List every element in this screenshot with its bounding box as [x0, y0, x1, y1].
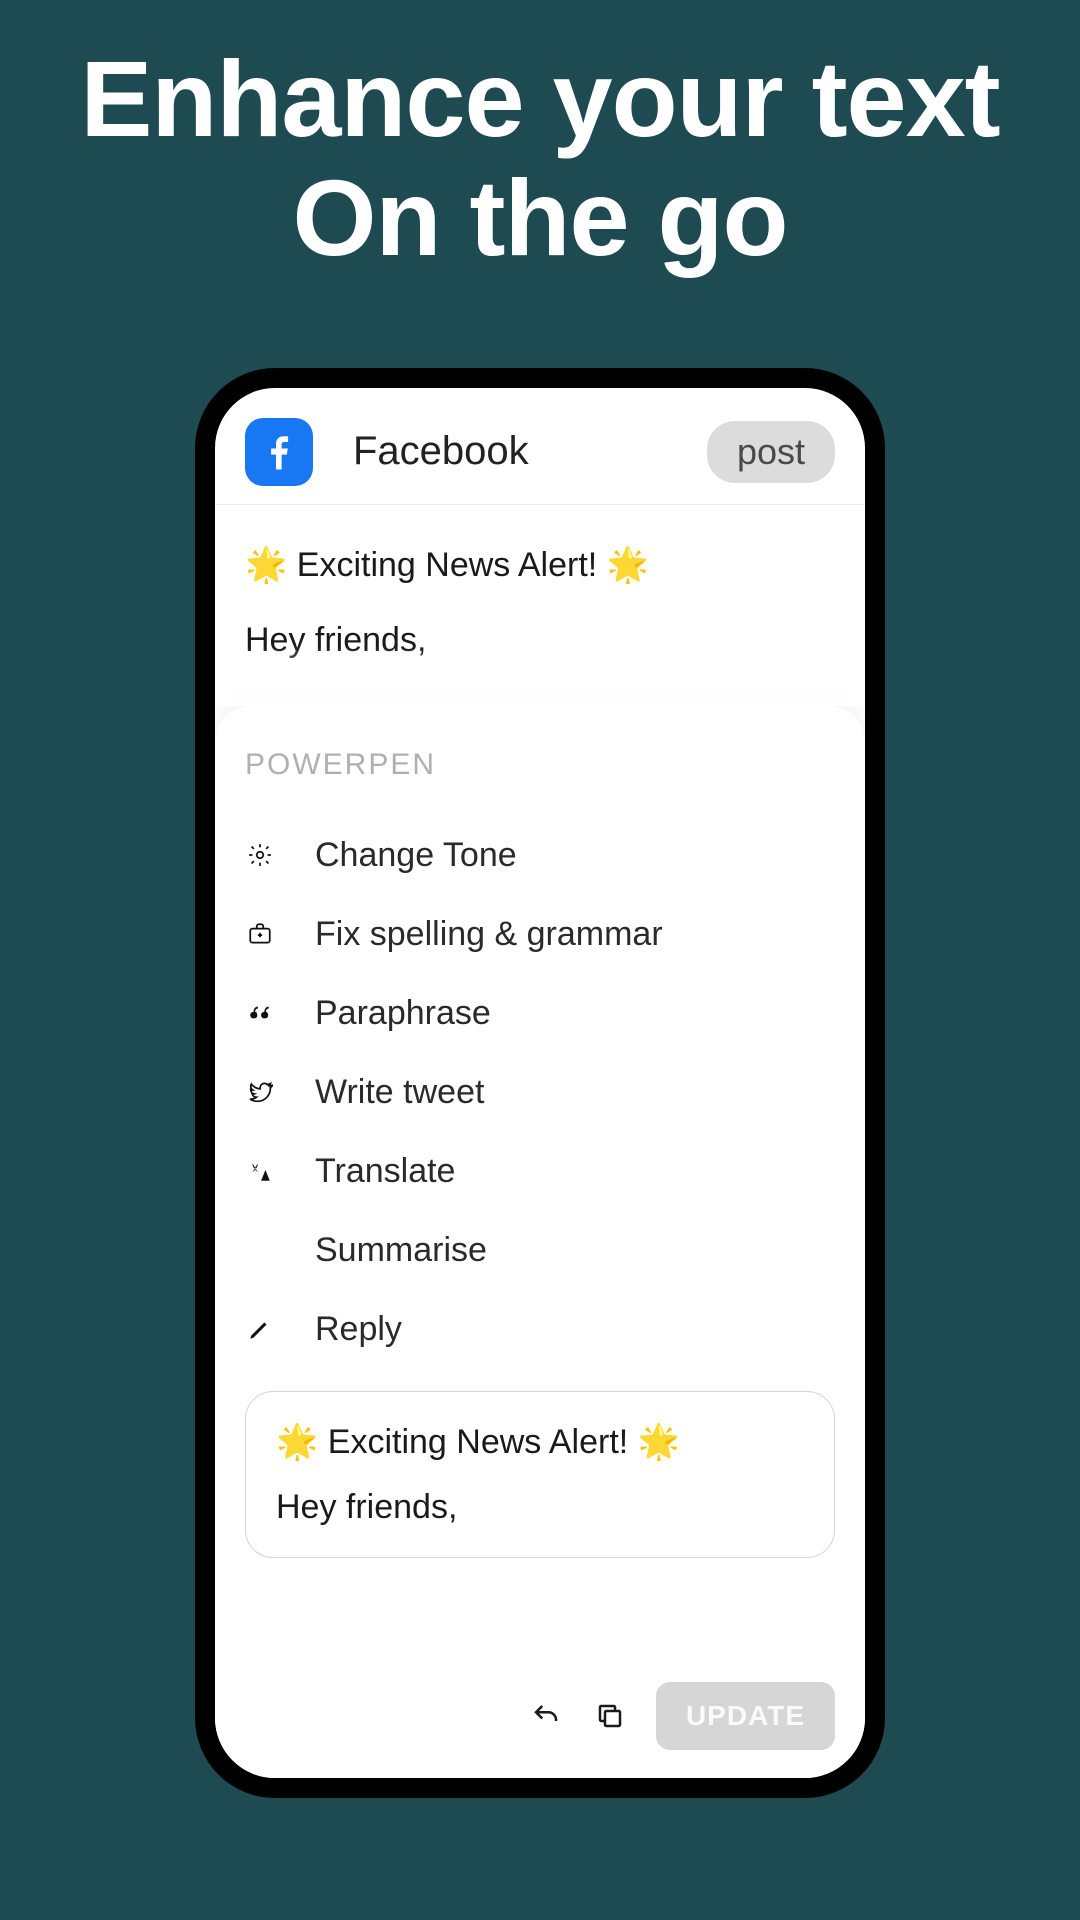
content-line-1: 🌟 Exciting News Alert! 🌟: [245, 545, 835, 585]
preview-line-2: Hey friends,: [276, 1488, 804, 1527]
phone-screen: Facebook post 🌟 Exciting News Alert! 🌟 H…: [215, 388, 865, 1778]
app-name: Facebook: [353, 429, 707, 474]
hero-title: Enhance your text On the go: [0, 0, 1080, 278]
powerpen-sheet: POWERPEN Change Tone Fix spelling & gram…: [215, 706, 865, 1778]
preview-line-1: 🌟 Exciting News Alert! 🌟: [276, 1422, 804, 1462]
briefcase-plus-icon: [245, 919, 275, 949]
phone-frame: Facebook post 🌟 Exciting News Alert! 🌟 H…: [195, 368, 885, 1798]
gear-icon: [245, 840, 275, 870]
copy-icon[interactable]: [592, 1698, 628, 1734]
twitter-icon: [245, 1077, 275, 1107]
quote-icon: [245, 998, 275, 1028]
sheet-title: POWERPEN: [245, 748, 835, 782]
list-icon: [245, 1235, 275, 1265]
action-reply[interactable]: Reply: [245, 1290, 835, 1369]
action-label: Translate: [315, 1152, 455, 1191]
action-paraphrase[interactable]: Paraphrase: [245, 974, 835, 1053]
update-button[interactable]: UPDATE: [656, 1682, 835, 1750]
pencil-icon: [245, 1314, 275, 1344]
hero-line-2: On the go: [0, 159, 1080, 278]
post-button[interactable]: post: [707, 421, 835, 483]
action-label: Summarise: [315, 1231, 487, 1270]
action-label: Change Tone: [315, 836, 517, 875]
facebook-logo-icon: [245, 418, 313, 486]
translate-icon: [245, 1156, 275, 1186]
action-translate[interactable]: Translate: [245, 1132, 835, 1211]
action-label: Paraphrase: [315, 994, 491, 1033]
fade-overlay: [215, 646, 865, 706]
action-change-tone[interactable]: Change Tone: [245, 816, 835, 895]
action-label: Write tweet: [315, 1073, 484, 1112]
action-fix-spelling[interactable]: Fix spelling & grammar: [245, 895, 835, 974]
action-label: Reply: [315, 1310, 402, 1349]
hero-line-1: Enhance your text: [0, 40, 1080, 159]
action-summarise[interactable]: Summarise: [245, 1211, 835, 1290]
preview-box[interactable]: 🌟 Exciting News Alert! 🌟 Hey friends,: [245, 1391, 835, 1558]
post-content-area[interactable]: 🌟 Exciting News Alert! 🌟 Hey friends,: [215, 505, 865, 706]
action-label: Fix spelling & grammar: [315, 915, 663, 954]
app-header: Facebook post: [215, 388, 865, 505]
bottom-bar: UPDATE: [245, 1652, 835, 1750]
action-write-tweet[interactable]: Write tweet: [245, 1053, 835, 1132]
undo-icon[interactable]: [528, 1698, 564, 1734]
